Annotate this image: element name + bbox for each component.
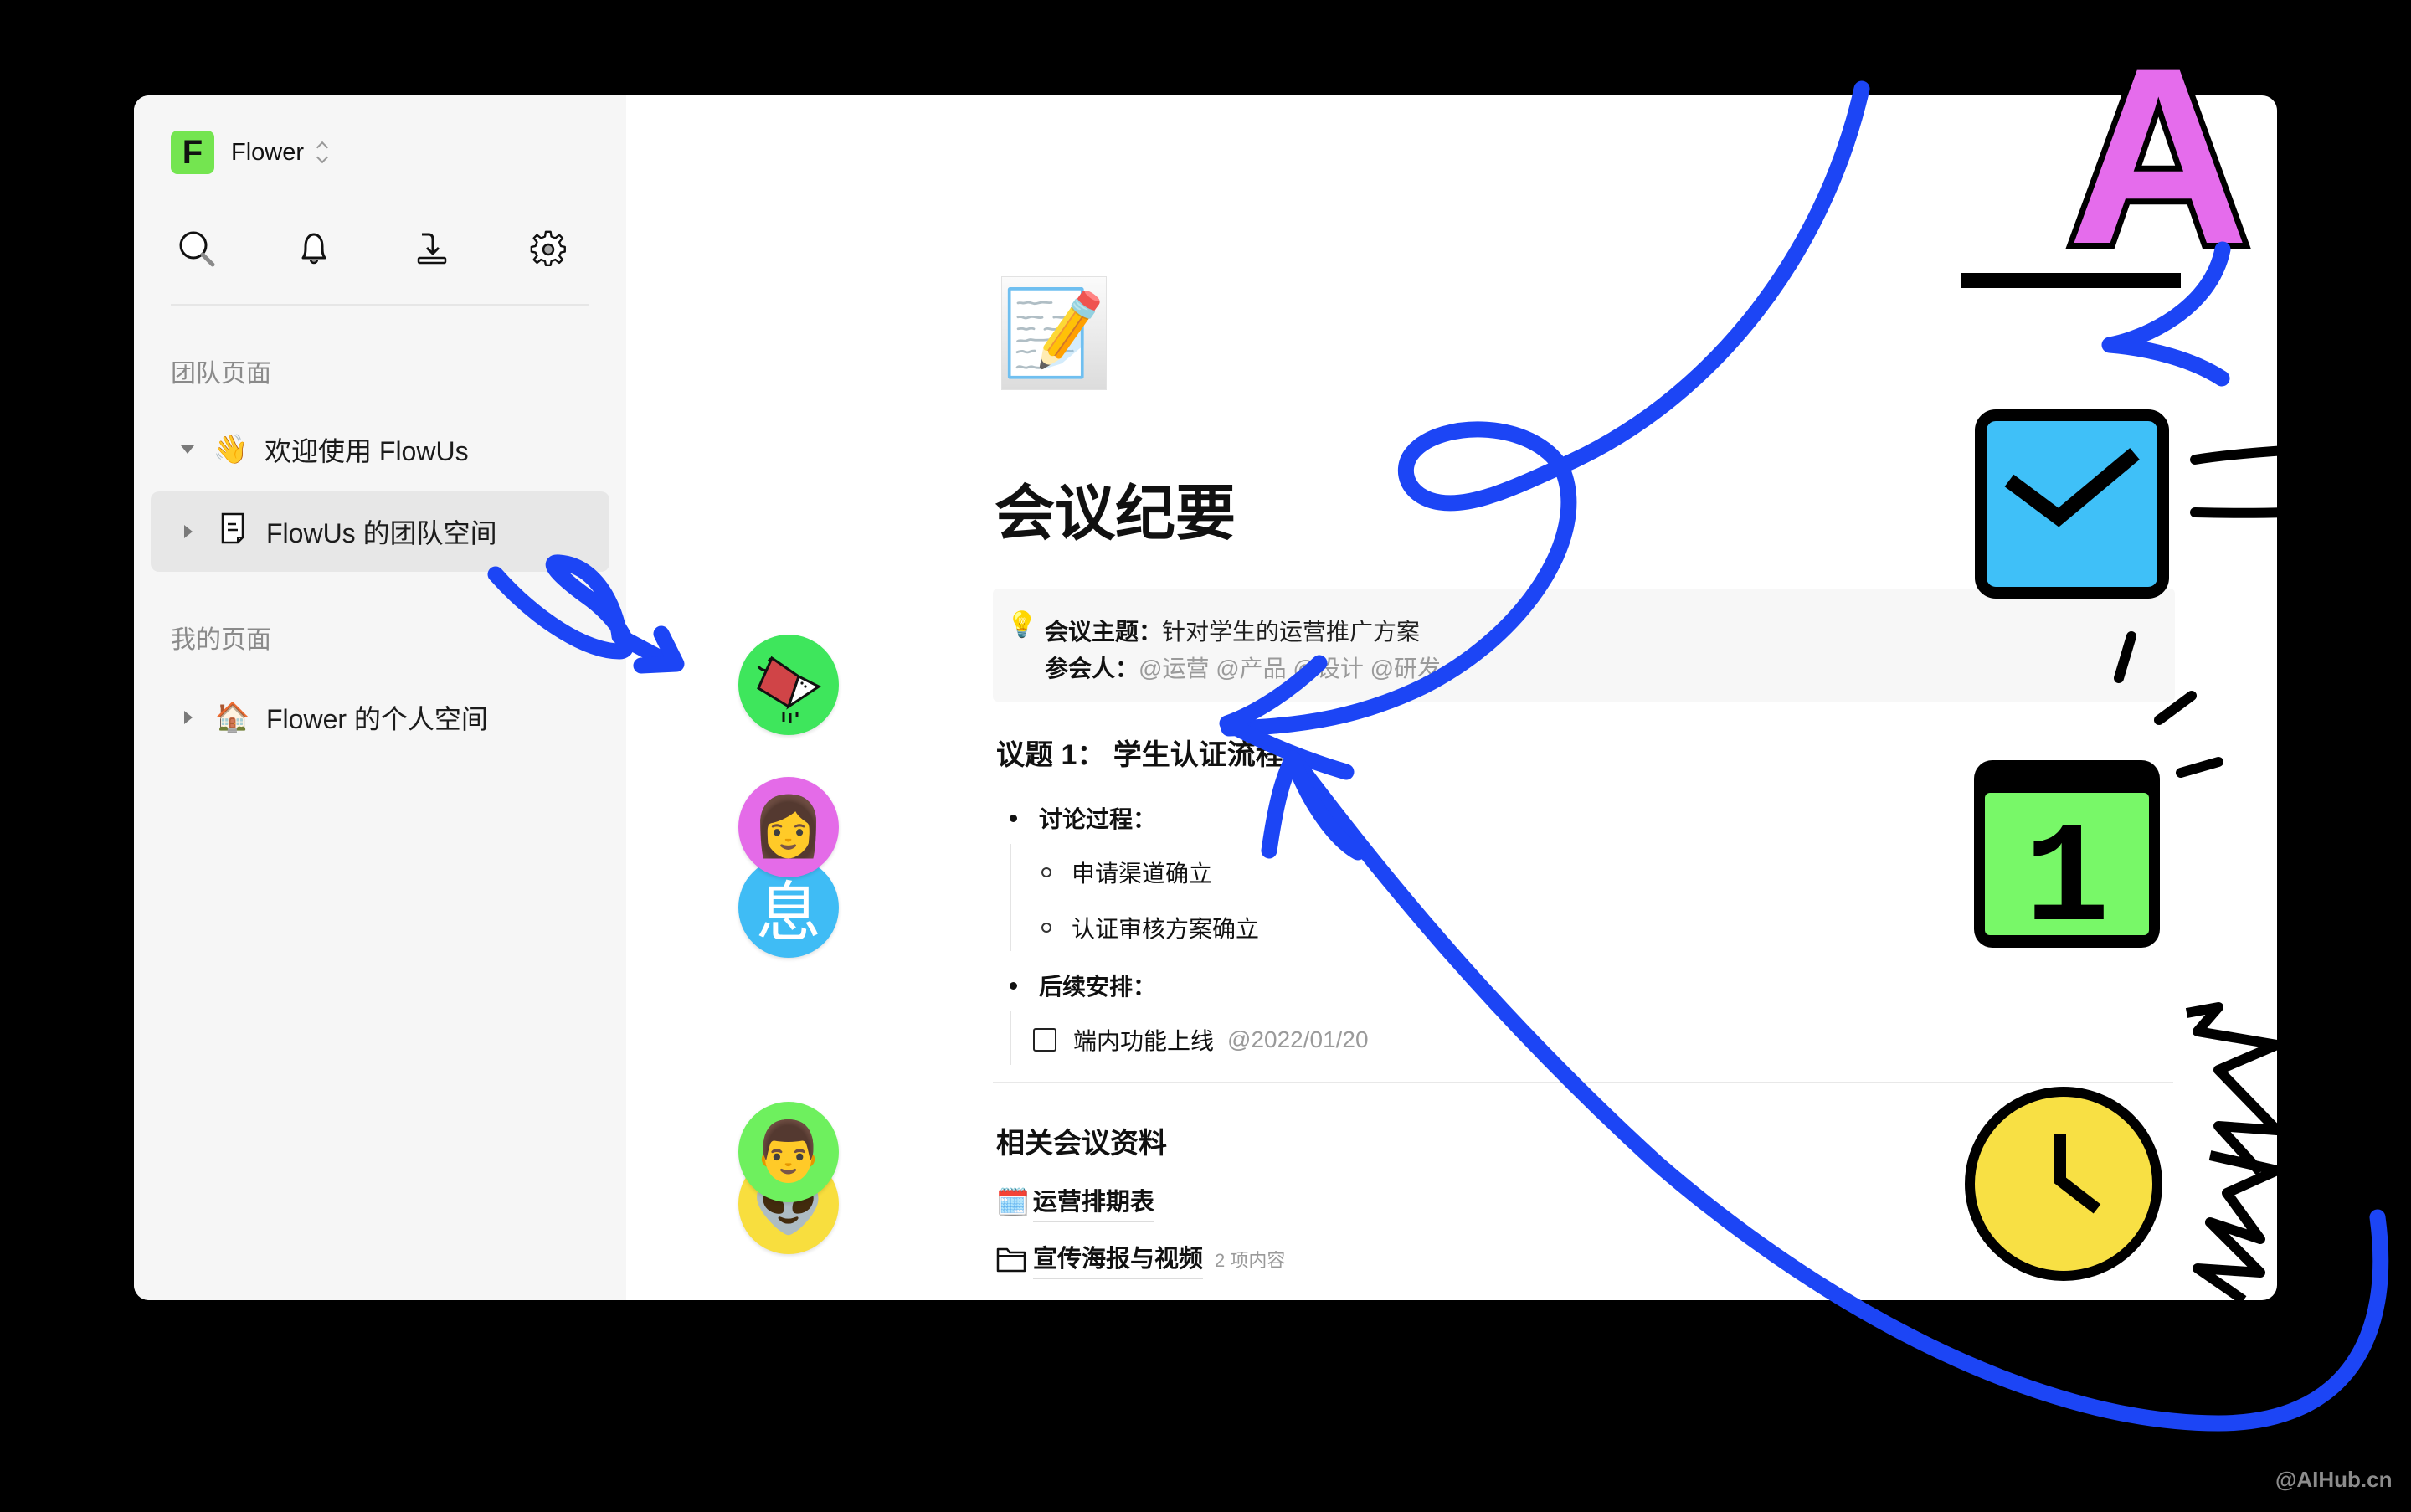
bullet-dot-icon bbox=[1010, 814, 1017, 822]
list-item[interactable]: 申请渠道确立 bbox=[1041, 856, 1212, 889]
notifications-button[interactable] bbox=[293, 228, 335, 270]
item-count: 2 项内容 bbox=[1215, 1250, 1286, 1271]
discussion-label: 讨论过程： bbox=[1039, 806, 1157, 832]
import-icon bbox=[417, 233, 447, 265]
chevron-up-down-icon bbox=[316, 140, 329, 165]
my-pages-label: 我的页面 bbox=[171, 626, 271, 654]
avatar-woman: 👩 bbox=[738, 777, 839, 877]
caret-right-icon[interactable] bbox=[184, 525, 193, 538]
search-button[interactable] bbox=[176, 228, 218, 270]
page-link-folder[interactable]: 宣传海报与视频 2 项内容 bbox=[996, 1239, 1285, 1279]
sidebar-item-label: FlowUs 的团队空间 bbox=[266, 518, 497, 548]
workspace-switcher[interactable]: F Flower bbox=[171, 131, 329, 174]
topic-value: 针对学生的运营推广方案 bbox=[1162, 619, 1421, 645]
bullet-ring-icon bbox=[1041, 867, 1051, 877]
search-icon bbox=[179, 231, 215, 267]
calendar-icon: 🗓️ bbox=[996, 1187, 1030, 1217]
sidebar-toolbar bbox=[176, 228, 569, 270]
waving-hand-icon: 👋 bbox=[213, 434, 249, 465]
caret-right-icon[interactable] bbox=[184, 711, 193, 724]
indent-guide bbox=[1010, 1011, 1011, 1065]
list-item-text: 认证审核方案确立 bbox=[1072, 916, 1260, 942]
settings-button[interactable] bbox=[527, 228, 569, 270]
link-label: 运营排期表 bbox=[1032, 1182, 1154, 1222]
sidebar-item-label: Flower 的个人空间 bbox=[266, 704, 488, 734]
bullet-ring-icon bbox=[1041, 923, 1051, 933]
avatar-man: 👨 bbox=[738, 1102, 839, 1202]
agenda-heading[interactable]: 议题 1： 学生认证流程 bbox=[996, 732, 1284, 773]
link-label: 宣传海报与视频 bbox=[1033, 1239, 1204, 1279]
sidebar-item-welcome[interactable]: 👋 欢迎使用 FlowUs bbox=[151, 409, 609, 490]
workspace-name: Flower bbox=[231, 138, 305, 166]
bird-drawing-icon bbox=[757, 656, 821, 723]
bullet-dot-icon bbox=[1010, 981, 1017, 990]
todo-checkbox[interactable] bbox=[1033, 1028, 1056, 1052]
topic-label: 会议主题： bbox=[1045, 619, 1163, 645]
import-button[interactable] bbox=[410, 228, 452, 270]
page-link-schedule[interactable]: 🗓️ 运营排期表 bbox=[996, 1182, 1154, 1222]
callout-block[interactable]: 💡 会议主题：针对学生的运营推广方案 参会人：@运营 @产品 @设计 @研发 bbox=[993, 589, 2175, 702]
callout-attendees: 参会人：@运营 @产品 @设计 @研发 bbox=[1045, 651, 1441, 684]
app-window: F Flower 团队页面 👋 欢迎使用 FlowUs FlowUs 的团队空间… bbox=[134, 95, 2277, 1300]
watermark: @AIHub.cn bbox=[2275, 1467, 2393, 1492]
todo-text: 端内功能上线 bbox=[1073, 1028, 1215, 1054]
list-item[interactable]: 后续安排： bbox=[1010, 969, 1156, 1002]
callout-topic: 会议主题：针对学生的运营推广方案 bbox=[1045, 614, 1420, 647]
folder-icon bbox=[996, 1247, 1026, 1273]
todo-item[interactable]: 端内功能上线 @2022/01/20 bbox=[1033, 1023, 1369, 1057]
lightbulb-icon: 💡 bbox=[1006, 611, 1038, 639]
workspace-logo: F bbox=[171, 131, 214, 174]
attendees-label: 参会人： bbox=[1045, 656, 1139, 681]
page-icon[interactable]: 📝 bbox=[1001, 276, 1107, 390]
sidebar-item-personal-space[interactable]: 🏠 Flower 的个人空间 bbox=[151, 677, 609, 758]
list-item[interactable]: 讨论过程： bbox=[1010, 801, 1156, 835]
todo-date[interactable]: @2022/01/20 bbox=[1227, 1026, 1369, 1053]
page-title[interactable]: 会议纪要 bbox=[995, 464, 1236, 552]
document-icon bbox=[214, 512, 251, 552]
sidebar-item-label: 欢迎使用 FlowUs bbox=[265, 436, 469, 466]
divider bbox=[993, 1082, 2173, 1083]
bell-icon bbox=[301, 233, 326, 265]
team-pages-label: 团队页面 bbox=[171, 360, 271, 388]
house-icon: 🏠 bbox=[214, 702, 251, 733]
sidebar-divider bbox=[171, 304, 589, 306]
gear-icon bbox=[530, 230, 566, 266]
attendees-mentions[interactable]: @运营 @产品 @设计 @研发 bbox=[1139, 656, 1441, 681]
list-item[interactable]: 认证审核方案确立 bbox=[1041, 911, 1259, 944]
followup-label: 后续安排： bbox=[1039, 974, 1157, 1000]
related-heading[interactable]: 相关会议资料 bbox=[996, 1120, 1167, 1161]
sidebar-item-team-space[interactable]: FlowUs 的团队空间 bbox=[151, 491, 609, 572]
page-content: 📝 会议纪要 💡 会议主题：针对学生的运营推广方案 参会人：@运营 @产品 @设… bbox=[626, 95, 2277, 1300]
list-item-text: 申请渠道确立 bbox=[1072, 861, 1213, 887]
avatar-bird bbox=[738, 635, 839, 735]
caret-down-icon[interactable] bbox=[181, 445, 194, 454]
indent-guide bbox=[1010, 844, 1011, 951]
sidebar: F Flower 团队页面 👋 欢迎使用 FlowUs FlowUs 的团队空间… bbox=[134, 95, 626, 1300]
